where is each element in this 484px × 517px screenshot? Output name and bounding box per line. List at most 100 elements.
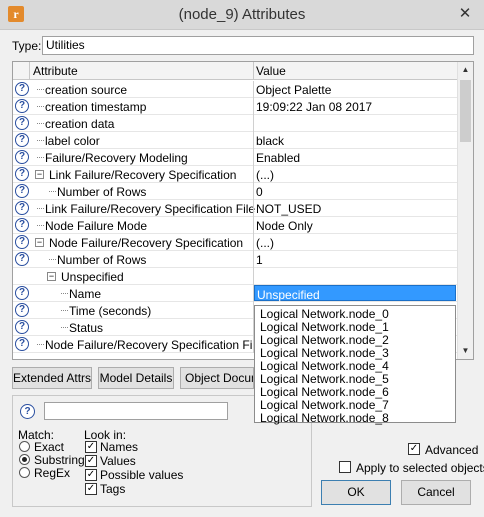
value-combo-field[interactable]: Unspecified	[254, 285, 456, 302]
table-header: Attribute Value	[13, 62, 458, 80]
help-icon[interactable]: ?	[15, 218, 29, 232]
attribute-name: creation timestamp	[45, 100, 147, 114]
attribute-value[interactable]: 19:09:22 Jan 08 2017	[256, 100, 372, 114]
help-icon[interactable]: ?	[15, 286, 29, 300]
look-in-option-label: Values	[100, 454, 136, 468]
match-radio-substring[interactable]	[19, 454, 30, 465]
look-in-checkbox-names[interactable]: ✓	[85, 441, 97, 453]
tree-line	[37, 208, 44, 209]
attribute-value[interactable]: Node Only	[256, 219, 313, 233]
column-divider	[253, 268, 254, 285]
vertical-scrollbar[interactable]: ▲ ▼	[457, 62, 473, 359]
help-icon[interactable]: ?	[15, 82, 29, 96]
match-radio-regex[interactable]	[19, 467, 30, 478]
attribute-value[interactable]: NOT_USED	[256, 202, 321, 216]
tree-line	[37, 140, 44, 141]
attribute-name: Unspecified	[61, 270, 124, 284]
attribute-value[interactable]: Object Palette	[256, 83, 331, 97]
scroll-up-icon[interactable]: ▲	[460, 64, 471, 76]
attribute-value[interactable]: (...)	[256, 168, 274, 182]
extended-attrs-button[interactable]: Extended Attrs.	[12, 367, 92, 389]
attribute-name: Node Failure/Recovery Specification	[49, 236, 244, 250]
look-in-option-label: Names	[100, 440, 139, 454]
advanced-label: Advanced	[425, 443, 479, 457]
apply-selected-checkbox[interactable]	[339, 461, 351, 473]
advanced-checkbox[interactable]: ✓	[408, 443, 420, 455]
tree-line	[61, 293, 68, 294]
attribute-name: Node Failure Mode	[45, 219, 148, 233]
help-icon[interactable]: ?	[15, 116, 29, 130]
help-icon[interactable]: ?	[15, 133, 29, 147]
scroll-down-icon[interactable]: ▼	[460, 345, 471, 357]
help-icon[interactable]: ?	[15, 303, 29, 317]
help-icon[interactable]: ?	[20, 404, 35, 419]
attribute-value[interactable]: 0	[256, 185, 263, 199]
close-button[interactable]: ✕	[452, 4, 478, 24]
header-attribute[interactable]: Attribute	[33, 64, 78, 78]
attribute-name: Link Failure/Recovery Specification	[49, 168, 237, 182]
attribute-value[interactable]: Enabled	[256, 151, 300, 165]
search-input[interactable]	[44, 402, 228, 420]
table-row[interactable]: ? creation data	[13, 115, 458, 132]
table-row[interactable]: ? Node Failure Mode Node Only	[13, 217, 458, 234]
collapse-icon[interactable]: −	[47, 272, 56, 281]
attribute-name: Number of Rows	[57, 253, 147, 267]
column-divider	[253, 234, 254, 251]
help-icon[interactable]: ?	[15, 99, 29, 113]
table-row[interactable]: − Unspecified	[13, 268, 458, 285]
attribute-value[interactable]: black	[256, 134, 284, 148]
type-label: Type:	[12, 39, 42, 53]
attribute-value[interactable]: (...)	[256, 236, 274, 250]
table-row[interactable]: ? Number of Rows 1	[13, 251, 458, 268]
type-field[interactable]: Utilities	[42, 36, 474, 55]
match-option-label: Exact	[34, 440, 65, 454]
help-icon[interactable]: ?	[15, 167, 29, 181]
look-in-checkbox-tags[interactable]: ✓	[85, 483, 97, 495]
attribute-name: Link Failure/Recovery Specification File	[45, 202, 256, 216]
model-details-button[interactable]: Model Details	[98, 367, 174, 389]
window-title: (node_9) Attributes	[178, 6, 306, 23]
apply-selected-label: Apply to selected objects	[356, 461, 484, 475]
table-row[interactable]: ? − Node Failure/Recovery Specification (..…	[13, 234, 458, 251]
match-radio-exact[interactable]	[19, 441, 30, 452]
table-row[interactable]: ? Name Unspecified	[13, 285, 458, 302]
match-option-label: RegEx	[34, 466, 71, 480]
column-divider	[253, 115, 254, 132]
object-documentation-button[interactable]: Object Documentation	[180, 367, 254, 389]
help-icon[interactable]: ?	[15, 150, 29, 164]
help-icon[interactable]: ?	[15, 184, 29, 198]
column-divider	[253, 251, 254, 268]
header-divider[interactable]	[253, 62, 254, 80]
help-icon[interactable]: ?	[15, 235, 29, 249]
attribute-name: creation source	[45, 83, 128, 97]
table-row[interactable]: ? creation timestamp 19:09:22 Jan 08 2017	[13, 98, 458, 115]
dropdown-option[interactable]: Logical Network.node_8	[260, 412, 389, 425]
column-divider	[253, 149, 254, 166]
column-divider	[253, 98, 254, 115]
header-divider	[29, 62, 30, 80]
value-dropdown-list[interactable]: Logical Network.node_0 Logical Network.no…	[254, 305, 456, 425]
attribute-name: Name	[69, 287, 102, 301]
tree-line	[61, 327, 68, 328]
look-in-checkbox-values[interactable]: ✓	[85, 455, 97, 467]
table-row[interactable]: ? label color black	[13, 132, 458, 149]
collapse-icon[interactable]: −	[35, 238, 44, 247]
header-value[interactable]: Value	[256, 64, 286, 78]
attribute-value[interactable]: 1	[256, 253, 263, 267]
look-in-checkbox-possible-values[interactable]: ✓	[85, 469, 97, 481]
table-row[interactable]: ? Failure/Recovery Modeling Enabled	[13, 149, 458, 166]
collapse-icon[interactable]: −	[35, 170, 44, 179]
table-row[interactable]: ? creation source Object Palette	[13, 81, 458, 98]
help-icon[interactable]: ?	[15, 201, 29, 215]
help-icon[interactable]: ?	[15, 252, 29, 266]
cancel-button[interactable]: Cancel	[401, 480, 471, 505]
attribute-name: Failure/Recovery Modeling	[45, 151, 188, 165]
table-row[interactable]: ? Number of Rows 0	[13, 183, 458, 200]
scrollbar-thumb[interactable]	[460, 80, 471, 142]
table-row[interactable]: ? Link Failure/Recovery Specification Fil…	[13, 200, 458, 217]
table-row[interactable]: ? − Link Failure/Recovery Specification (..…	[13, 166, 458, 183]
help-icon[interactable]: ?	[15, 337, 29, 351]
ok-button[interactable]: OK	[321, 480, 391, 505]
tree-line	[37, 89, 44, 90]
help-icon[interactable]: ?	[15, 320, 29, 334]
